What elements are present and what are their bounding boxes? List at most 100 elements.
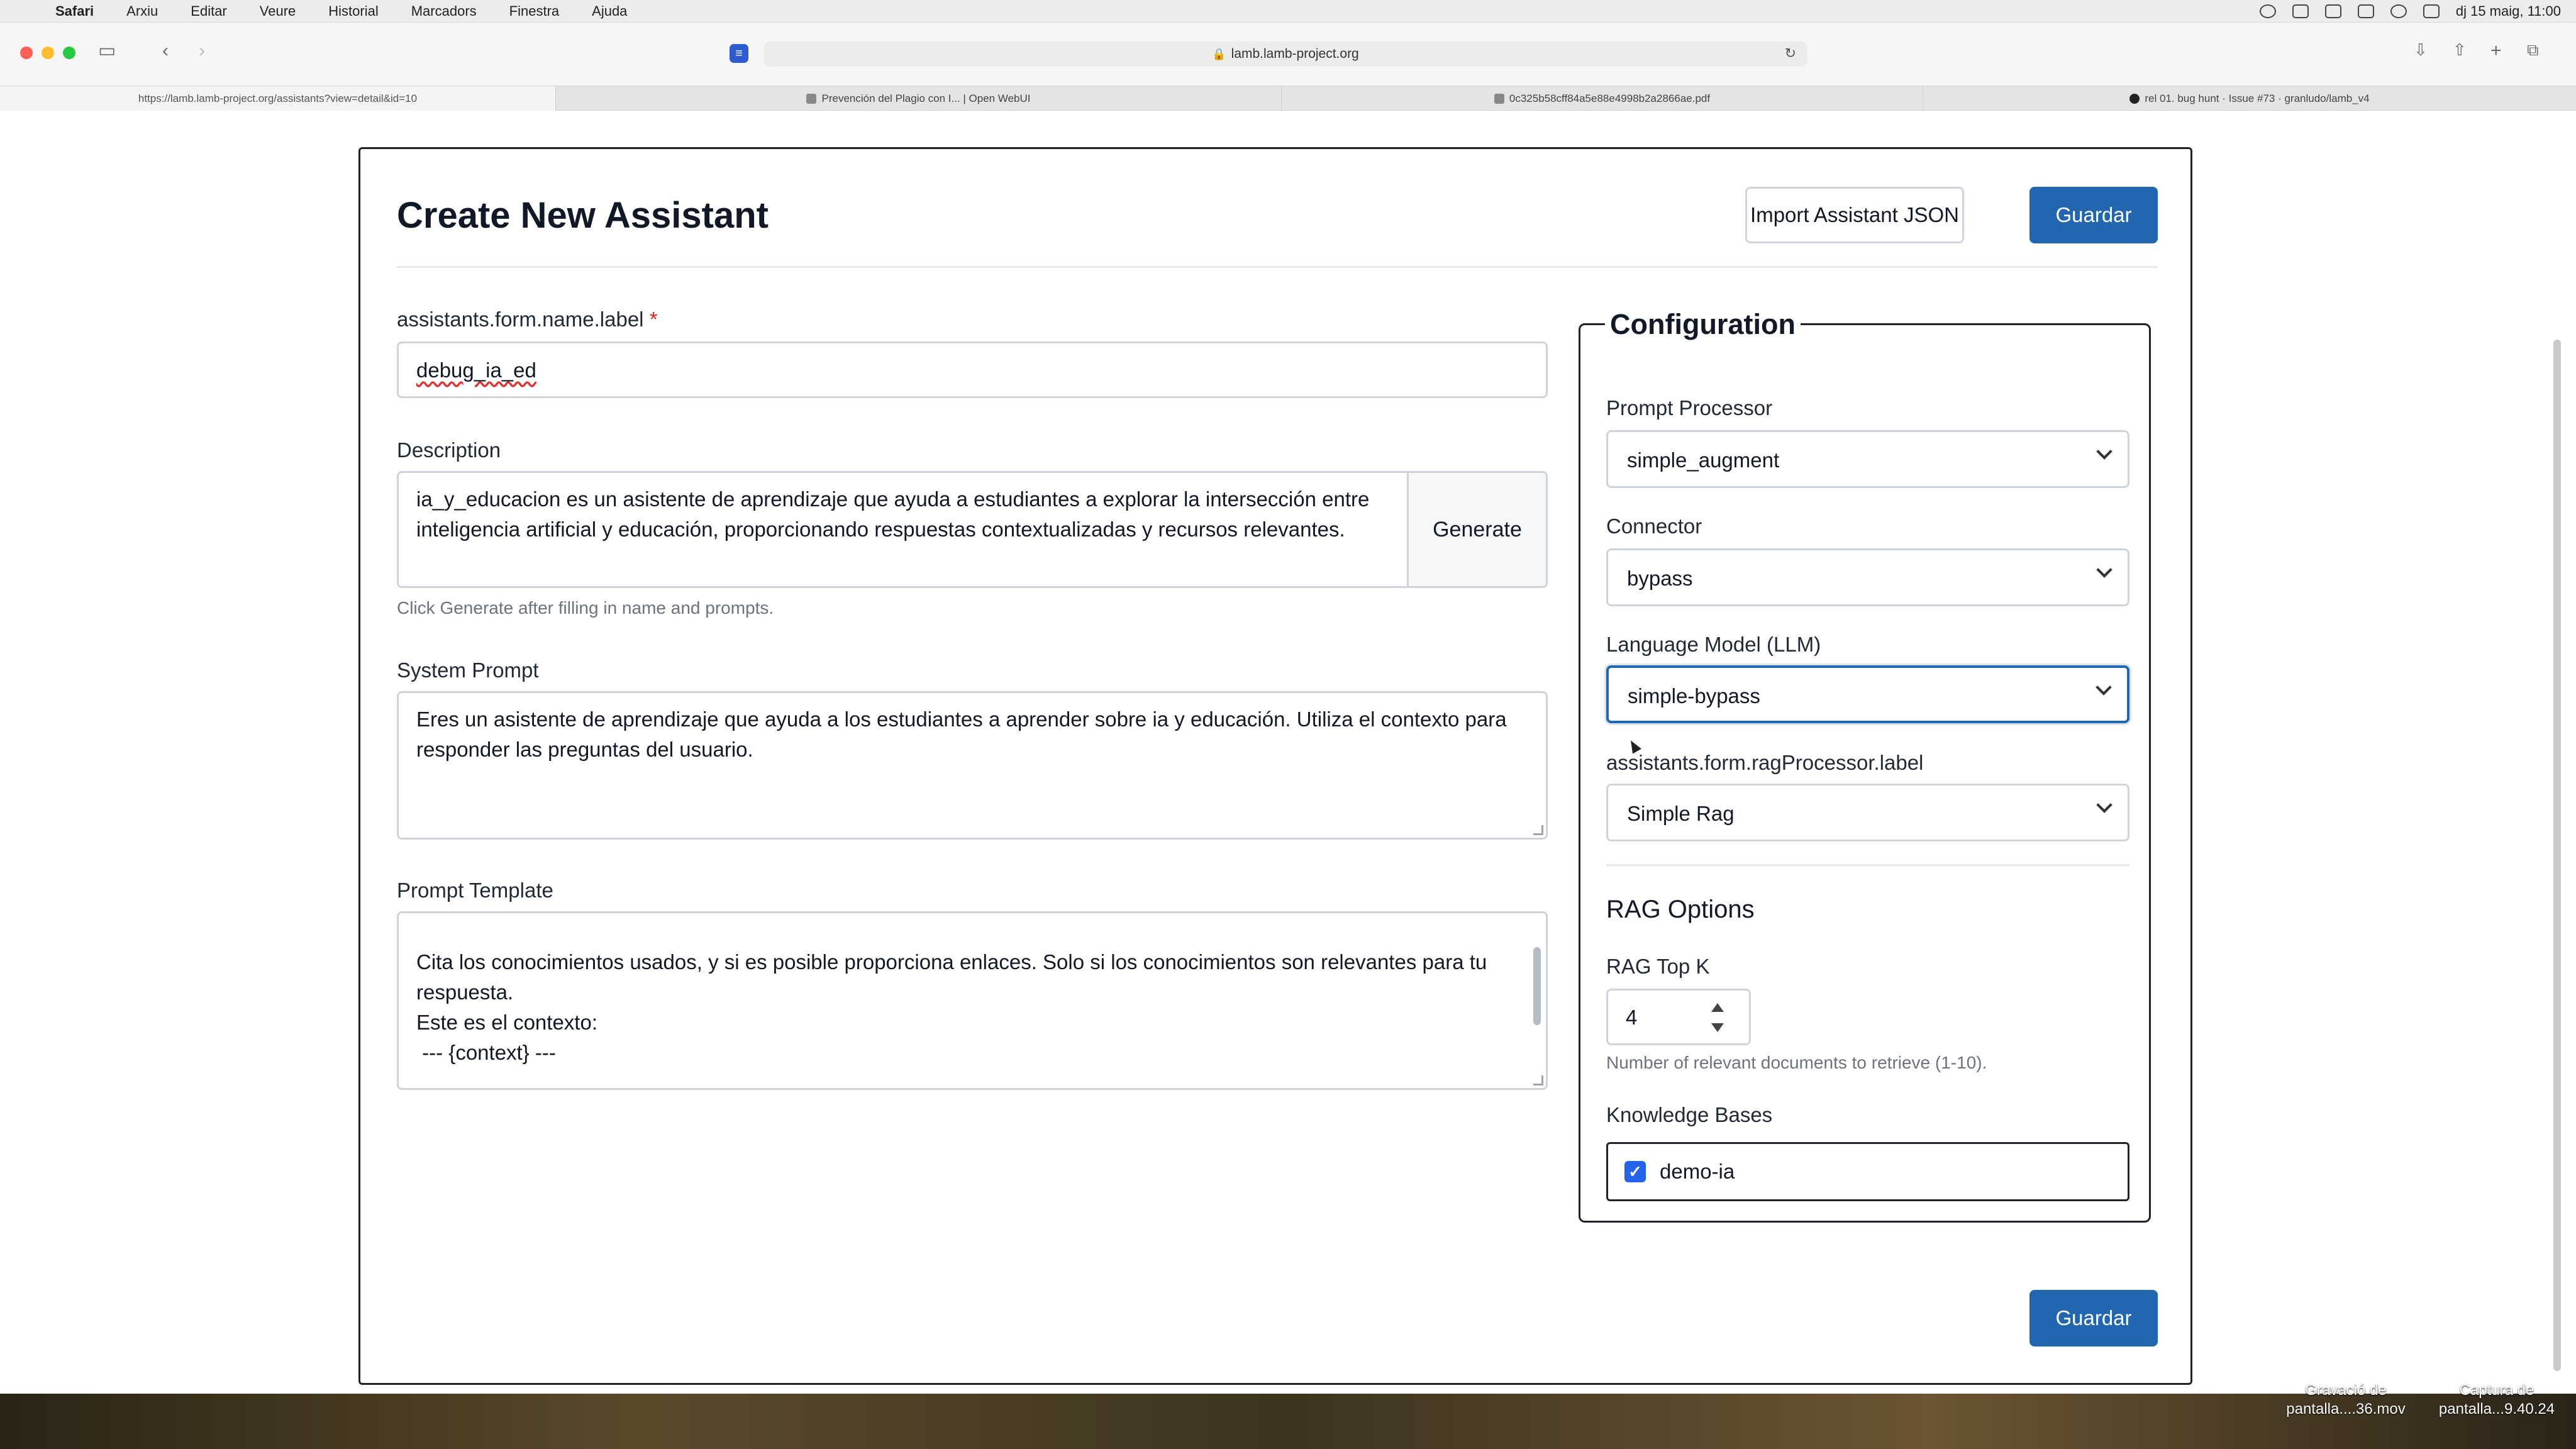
system-prompt-label: System Prompt [397,658,539,682]
generate-button[interactable]: Generate [1407,471,1548,588]
control-center-icon[interactable] [2423,4,2440,18]
back-icon[interactable]: ‹ [162,42,169,60]
menu-bar: Safari Arxiu Editar Veure Historial Marc… [0,0,2576,23]
github-icon [2129,94,2140,104]
browser-toolbar: ▭ ‹ › ≡ 🔒 lamb.lamb-project.org ↻ ⇩ ⇧ + … [0,23,2576,86]
zoom-window-icon[interactable] [63,47,75,59]
forward-icon[interactable]: › [199,42,205,60]
name-input[interactable]: debug_ia_ed [397,341,1548,398]
desktop-file-screenshot[interactable]: Captura de pantalla...9.40.24 [2421,1381,2572,1419]
resize-handle-icon[interactable] [1533,1075,1543,1085]
tab-favicon-icon [806,94,817,104]
chevron-down-icon [2096,443,2112,460]
connector-select[interactable]: bypass [1606,548,2129,606]
page-scrollbar[interactable] [2553,340,2561,1371]
rag-processor-select[interactable]: Simple Rag [1606,784,2129,841]
tab-label: https://lamb.lamb-project.org/assistants… [138,92,418,104]
resize-handle-icon[interactable] [1533,825,1543,835]
menu-marcadors[interactable]: Marcadors [411,3,477,19]
extension-icon[interactable]: ≡ [730,44,748,63]
chevron-down-icon [2096,562,2112,578]
tab-pdf[interactable]: 0c325b58cff84a5e88e4998b2a2866ae.pdf [1282,86,1923,111]
volume-icon[interactable] [2324,4,2341,18]
name-label: assistants.form.name.label * [397,308,658,331]
address-text: lamb.lamb-project.org [1231,47,1359,61]
knowledge-base-name: demo-ia [1660,1160,1735,1183]
chevron-down-icon [2096,679,2112,696]
desktop-wallpaper [0,1394,2576,1449]
reload-icon[interactable]: ↻ [1785,45,1796,62]
tab-label: rel 01. bug hunt · Issue #73 · granludo/… [2145,92,2370,104]
record-icon[interactable] [2259,4,2276,18]
downloads-icon[interactable]: ⇩ [2414,42,2428,58]
menu-finestra[interactable]: Finestra [509,3,559,19]
name-value: debug_ia_ed [416,358,536,382]
import-json-button[interactable]: Import Assistant JSON [1745,187,1964,243]
knowledge-base-item[interactable]: ✓ demo-ia [1606,1142,2129,1201]
menu-historial[interactable]: Historial [328,3,378,19]
tab-label: Prevención del Plagio con I... | Open We… [821,92,1031,104]
chevron-down-icon [2096,797,2112,813]
tab-github-issue[interactable]: rel 01. bug hunt · Issue #73 · granludo/… [1923,86,2576,111]
llm-select[interactable]: simple-bypass [1606,665,2129,723]
desktop-file-recording[interactable]: Gravació de pantalla....36.mov [2270,1381,2421,1419]
prompt-template-label: Prompt Template [397,879,553,902]
llm-value: simple-bypass [1628,684,1760,708]
template-scrollbar[interactable] [1533,947,1541,1025]
header-divider [397,266,2158,268]
address-bar[interactable]: 🔒 lamb.lamb-project.org ↻ [763,42,1807,67]
connector-label: Connector [1606,514,1702,538]
save-button-bottom[interactable]: Guardar [2029,1290,2158,1346]
prompt-processor-select[interactable]: simple_augment [1606,430,2129,488]
close-window-icon[interactable] [20,47,33,59]
menu-app-safari[interactable]: Safari [55,3,94,19]
stepper-icon[interactable] [1710,1003,1724,1032]
prompt-processor-value: simple_augment [1627,448,1780,472]
system-prompt-value: Eres un asistente de aprendizaje que ayu… [416,708,1507,761]
new-tab-icon[interactable]: + [2490,42,2502,60]
share-icon[interactable]: ⇧ [2453,42,2467,58]
rag-processor-label: assistants.form.ragProcessor.label [1606,751,1924,774]
description-hint: Click Generate after filling in name and… [397,598,774,618]
system-prompt-textarea[interactable]: Eres un asistente de aprendizaje que ayu… [397,691,1548,840]
page-title: Create New Assistant [397,195,769,236]
sidebar-icon[interactable]: ▭ [98,42,116,60]
minimize-window-icon[interactable] [42,47,54,59]
tab-assistants[interactable]: https://lamb.lamb-project.org/assistants… [0,86,556,111]
template-line: Este es el contexto: [416,1011,597,1034]
name-label-text: assistants.form.name.label [397,308,644,331]
tab-label: 0c325b58cff84a5e88e4998b2a2866ae.pdf [1509,92,1711,104]
tab-overview-icon[interactable]: ⧉ [2527,42,2539,58]
menu-veure[interactable]: Veure [260,3,296,19]
rag-top-k-hint: Number of relevant documents to retrieve… [1606,1053,1987,1072]
checkbox-checked-icon[interactable]: ✓ [1624,1161,1646,1182]
rag-top-k-value: 4 [1626,1006,1638,1029]
prompt-processor-label: Prompt Processor [1606,396,1773,419]
menu-ajuda[interactable]: Ajuda [592,3,627,19]
menu-editar[interactable]: Editar [191,3,226,19]
description-textarea[interactable]: ia_y_educacion es un asistente de aprend… [397,471,1409,588]
tab-favicon-icon [1494,94,1504,104]
save-button-top[interactable]: Guardar [2029,187,2158,243]
menu-arxiu[interactable]: Arxiu [126,3,158,19]
rag-options-title: RAG Options [1606,896,1755,923]
config-divider [1606,864,2129,866]
description-label: Description [397,438,501,462]
rag-top-k-input[interactable]: 4 [1606,989,1751,1045]
status-area: dj 15 maig, 11:00 [2259,0,2561,23]
required-mark: * [649,308,658,331]
tab-open-webui[interactable]: Prevención del Plagio con I... | Open We… [556,86,1282,111]
tab-bar: https://lamb.lamb-project.org/assistants… [0,86,2576,111]
lock-icon: 🔒 [1212,47,1226,60]
wifi-icon[interactable] [2357,4,2374,18]
llm-label: Language Model (LLM) [1606,633,1821,656]
rag-top-k-label: RAG Top K [1606,955,1710,978]
search-icon[interactable] [2390,4,2407,18]
template-line: Cita los conocimientos usados, y si es p… [416,950,1487,974]
prompt-template-textarea[interactable]: Cita los conocimientos usados, y si es p… [397,911,1548,1090]
template-line: respuesta. [416,980,514,1004]
template-line: --- {context} --- [416,1041,556,1064]
connector-value: bypass [1627,567,1693,590]
bluetooth-icon[interactable] [2292,4,2309,18]
menu-clock[interactable]: dj 15 maig, 11:00 [2456,3,2561,19]
